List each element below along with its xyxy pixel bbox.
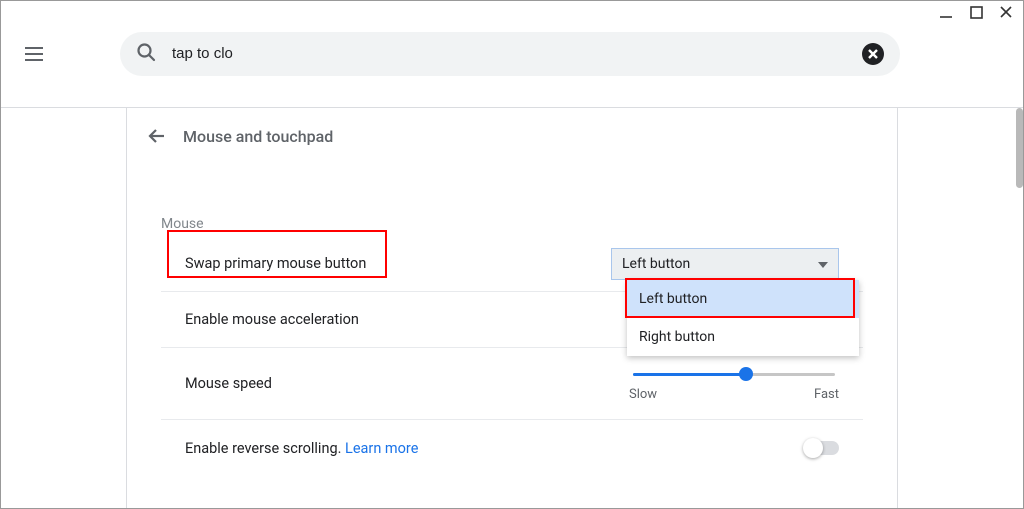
- row-reverse-scrolling: Enable reverse scrolling. Learn more: [161, 420, 863, 476]
- swap-primary-selected-value: Left button: [622, 256, 690, 272]
- back-button[interactable]: [145, 124, 169, 148]
- slider-max-label: Fast: [814, 387, 839, 402]
- vertical-scrollbar[interactable]: [1016, 108, 1023, 188]
- close-window-button[interactable]: [998, 4, 1014, 20]
- mouse-acceleration-label: Enable mouse acceleration: [185, 311, 359, 328]
- slider-min-label: Slow: [629, 387, 657, 402]
- content-area: Mouse and touchpad Mouse Swap primary mo…: [0, 108, 1024, 509]
- mouse-speed-label: Mouse speed: [185, 375, 272, 392]
- row-mouse-speed: Mouse speed Slow Fast: [161, 348, 863, 420]
- search-input[interactable]: [172, 45, 862, 62]
- maximize-button[interactable]: [968, 4, 984, 20]
- menu-button[interactable]: [10, 46, 58, 62]
- reverse-scrolling-label: Enable reverse scrolling. Learn more: [185, 440, 418, 457]
- header: [0, 0, 1024, 108]
- page-title: Mouse and touchpad: [183, 127, 333, 146]
- reverse-scrolling-toggle[interactable]: [805, 441, 839, 455]
- swap-primary-label: Swap primary mouse button: [185, 255, 366, 272]
- window-controls: [938, 4, 1014, 20]
- slider-thumb[interactable]: [739, 367, 753, 381]
- settings-panel: Mouse and touchpad Mouse Swap primary mo…: [126, 108, 898, 509]
- mouse-speed-slider-area: Slow Fast: [629, 365, 839, 402]
- chevron-down-icon: [818, 256, 828, 272]
- swap-primary-select[interactable]: Left button: [611, 248, 839, 280]
- panel-header: Mouse and touchpad: [127, 108, 897, 164]
- search-bar: [120, 32, 900, 76]
- settings-list: Swap primary mouse button Left button Le…: [161, 236, 863, 476]
- search-icon: [136, 42, 156, 66]
- learn-more-link[interactable]: Learn more: [345, 440, 418, 457]
- row-swap-primary: Swap primary mouse button Left button Le…: [161, 236, 863, 292]
- clear-search-button[interactable]: [862, 43, 884, 65]
- mouse-speed-slider[interactable]: [633, 365, 835, 383]
- swap-primary-dropdown: Left button Right button: [627, 280, 859, 356]
- minimize-button[interactable]: [938, 4, 954, 20]
- toggle-knob: [803, 438, 823, 458]
- dropdown-option-right[interactable]: Right button: [627, 318, 859, 356]
- dropdown-option-left[interactable]: Left button: [627, 280, 859, 318]
- section-label-mouse: Mouse: [161, 216, 897, 232]
